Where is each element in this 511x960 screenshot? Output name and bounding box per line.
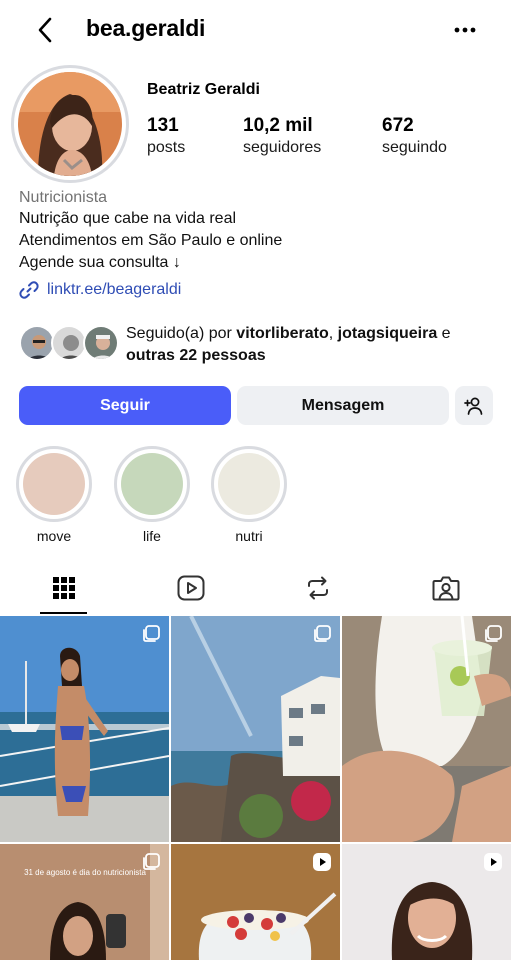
highlight-nutri[interactable]: nutri [210, 446, 288, 544]
stat-following-value: 672 [382, 115, 414, 136]
bio-line: Agende sua consulta ↓ [19, 254, 181, 271]
tab-reposts[interactable] [254, 562, 382, 614]
highlight-ring [16, 446, 92, 522]
post-thumbnail[interactable] [171, 616, 340, 842]
bio-line: Nutrição que cabe na vida real [19, 210, 237, 227]
tab-grid[interactable] [0, 562, 128, 614]
reel-icon [484, 853, 502, 871]
followed-by-separator: , [328, 325, 338, 342]
highlight-cover [23, 453, 85, 515]
stat-posts-value: 131 [147, 115, 179, 136]
highlight-cover [218, 453, 280, 515]
followed-by-text: Seguido(a) por vitorliberato, jotagsique… [126, 323, 496, 367]
profile-avatar-ring[interactable] [11, 65, 129, 183]
profile-category: Nutricionista [19, 189, 108, 206]
post-thumbnail[interactable] [342, 616, 511, 842]
top-bar: bea.geraldi [0, 0, 511, 62]
more-horizontal-icon [454, 27, 476, 33]
follower-avatar [19, 325, 55, 361]
carousel-icon [314, 625, 331, 642]
reel-icon [313, 853, 331, 871]
avatar [18, 72, 122, 176]
followed-by-user[interactable]: vitorliberato [236, 325, 328, 342]
followed-by[interactable]: Seguido(a) por vitorliberato, jotagsique… [19, 323, 499, 367]
reels-icon [177, 575, 205, 601]
active-tab-indicator [40, 612, 87, 614]
stat-following[interactable]: 672 seguindo [382, 115, 447, 159]
tab-tagged[interactable] [382, 562, 510, 614]
suggest-people-button[interactable] [455, 386, 493, 425]
follow-button[interactable]: Seguir [19, 386, 231, 425]
tab-reels[interactable] [127, 562, 255, 614]
profile-tabs [0, 562, 511, 616]
followed-by-others[interactable]: outras 22 pessoas [126, 347, 266, 364]
highlight-move[interactable]: move [15, 446, 93, 544]
repost-icon [308, 576, 328, 600]
highlight-life[interactable]: life [113, 446, 191, 544]
profile-full-name: Beatriz Geraldi [147, 81, 260, 98]
chevron-left-icon [38, 17, 52, 43]
post-thumbnail[interactable]: 31 de agosto é dia do nutricionista [0, 844, 169, 960]
bio-line: Atendimentos em São Paulo e online [19, 232, 283, 249]
highlight-ring [211, 446, 287, 522]
message-button[interactable]: Mensagem [237, 386, 449, 425]
post-grid: 31 de agosto é dia do nutricionista [0, 616, 511, 960]
tagged-person-icon [432, 576, 460, 601]
stat-following-label: seguindo [382, 139, 447, 156]
follower-avatar [83, 325, 119, 361]
link-icon [19, 281, 39, 299]
follower-avatar [51, 325, 87, 361]
more-options-button[interactable] [448, 16, 482, 44]
highlight-label: life [143, 528, 161, 544]
highlight-cover [121, 453, 183, 515]
profile-link[interactable]: linktr.ee/beageraldi [19, 280, 181, 300]
stat-followers-value: 10,2 mil [243, 115, 313, 136]
person-add-icon [464, 397, 483, 415]
followed-by-user[interactable]: jotagsiqueira [338, 325, 438, 342]
stat-posts-label: posts [147, 139, 186, 156]
followed-by-prefix: Seguido(a) por [126, 325, 237, 342]
highlight-label: move [36, 528, 72, 544]
stat-followers[interactable]: 10,2 mil seguidores [243, 115, 321, 159]
highlight-label: nutri [235, 528, 263, 544]
profile-link-text: linktr.ee/beageraldi [47, 281, 182, 298]
carousel-icon [485, 625, 502, 642]
carousel-icon [143, 625, 160, 642]
profile-username: bea.geraldi [86, 15, 206, 41]
followed-by-conjunction: e [437, 325, 451, 342]
back-button[interactable] [30, 14, 60, 46]
post-thumbnail[interactable] [171, 844, 340, 960]
carousel-icon [143, 853, 160, 870]
post-thumbnail[interactable] [342, 844, 511, 960]
highlight-ring [114, 446, 190, 522]
stat-followers-label: seguidores [243, 139, 322, 156]
post-thumbnail[interactable] [0, 616, 169, 842]
grid-icon [53, 577, 75, 599]
stat-posts[interactable]: 131 posts [147, 115, 185, 159]
